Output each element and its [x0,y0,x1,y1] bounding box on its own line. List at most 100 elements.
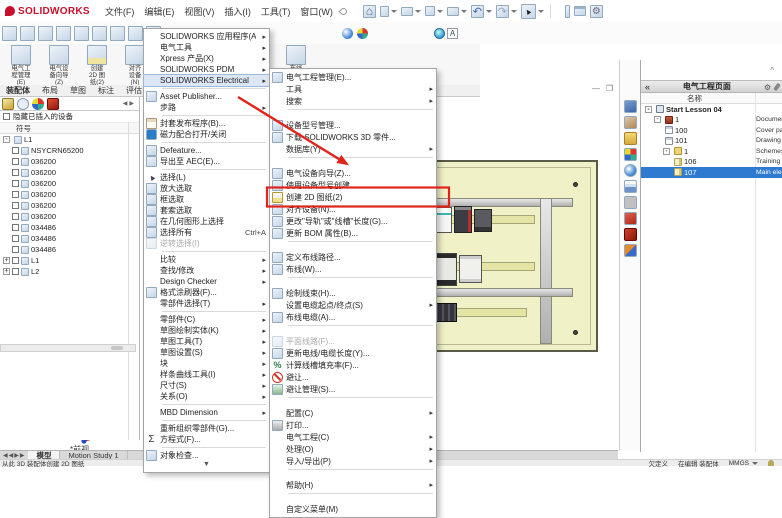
panel-collapse-icon[interactable]: ^ [770,66,774,75]
menu-item[interactable]: 样条曲线工具(I) ▸ [144,369,269,380]
dropdown-caret-icon[interactable] [537,9,544,13]
panel-settings-gear-icon[interactable] [764,82,771,92]
box-icon[interactable] [623,116,637,129]
view-tool-button[interactable] [573,6,586,16]
equipment-tree-row[interactable]: + L2 [0,266,139,277]
dropdown-caret-icon[interactable] [414,9,421,13]
menu-item[interactable]: 零部件选择(T) ▸ [144,298,269,309]
row-checkbox[interactable] [12,235,19,242]
menu-item[interactable]: 定义布线路径... [270,251,436,263]
equipment-tree-row[interactable]: 036200 [0,167,139,178]
red-icon[interactable] [623,212,637,225]
menu-item[interactable]: 逆转选择(I) [144,238,269,249]
menu-item[interactable]: 帮助(H) ▸ [270,479,436,491]
panel-pin-icon[interactable] [773,82,781,91]
row-checkbox[interactable] [12,169,19,176]
aluminum-rail-vertical[interactable] [540,198,552,344]
menu-item[interactable]: 重新组织零部件(G)... [144,423,269,434]
menu-item[interactable]: 套索选取 [144,205,269,216]
menu-item[interactable]: 方程式(F)... [144,434,269,445]
ribbon-tab[interactable]: 标注 [92,85,120,96]
menu-item[interactable]: 尺寸(S) ▸ [144,380,269,391]
row-checkbox[interactable] [12,191,19,198]
menu-item[interactable]: 对齐设备(N)... [270,203,436,215]
menu-item[interactable]: 关系(O) ▸ [144,391,269,402]
electrical-project-icon[interactable] [1,25,17,41]
menu-item[interactable] [270,155,436,167]
property-manager-tab-icon[interactable] [17,97,29,110]
dropdown-caret-icon[interactable] [390,9,397,13]
ribbon-button[interactable]: 电气工 程管理 (E) [2,44,40,86]
menu-item[interactable]: 更新电线/电缆长度(Y)... [270,347,436,359]
settings-gear-icon[interactable] [37,25,53,41]
menu-item[interactable]: 更改"导轨"或"线槽"长度(G)... [270,215,436,227]
menu-item[interactable]: 布线电缆(A)... [270,311,436,323]
menu-item[interactable] [270,107,436,119]
equipment-tree-row[interactable]: 034486 [0,233,139,244]
row-checkbox[interactable] [12,268,19,275]
menu-item[interactable]: MBD Dimension ▸ [144,407,269,418]
menu-item[interactable]: 比较 ▸ [144,254,269,265]
archive-cabinet-icon[interactable] [55,25,71,41]
ribbon-button[interactable]: 电气设 备向导 (Z) [40,44,78,86]
menu-bar-item[interactable]: 文件(F) [100,5,140,18]
menu-item[interactable]: SOLIDWORKS Electrical ▸ [143,74,270,87]
puzzle-icon[interactable] [623,148,637,161]
menu-item[interactable]: 草图设置(S) ▸ [144,347,269,358]
notification-icon[interactable] [768,460,774,466]
wrench-tools-icon[interactable] [127,25,143,41]
pin-menu-icon[interactable] [338,6,349,16]
menu-bar-item[interactable]: 视图(V) [179,5,219,18]
menu-bar-item[interactable]: 插入(I) [219,5,256,18]
menu-item[interactable]: 使用设备型号创建... [270,179,436,191]
home-icon[interactable] [623,100,637,113]
quick-tool-button[interactable] [470,4,492,18]
expander-icon[interactable]: - [645,105,652,113]
ribbon-tab[interactable]: 草图 [64,85,92,96]
row-checkbox[interactable] [12,213,19,220]
equipment-tree-row[interactable]: 036200 [0,211,139,222]
menu-item[interactable]: SOLIDWORKS PDM ▸ [144,64,269,75]
gray-icon[interactable] [623,196,637,209]
menu-item[interactable]: Design Checker ▸ [144,276,269,287]
page-tree-row[interactable]: 100 Cover page fo [641,125,782,136]
menu-item[interactable]: 查找/修改 ▸ [144,265,269,276]
ribbon-tab[interactable]: 装配体 [0,85,36,96]
hide-inserted-checkbox[interactable] [3,113,10,120]
menu-item[interactable]: 数据库(Y) ▸ [270,143,436,155]
menu-item[interactable]: 选择所有 Ctrl+A [144,227,269,238]
menu-item[interactable]: 电气工程(C) ▸ [270,431,436,443]
motor-starter[interactable] [454,206,472,233]
cube-icon[interactable] [623,228,637,241]
process-tools-icon[interactable] [109,25,125,41]
menu-item[interactable] [270,491,436,503]
row-checkbox[interactable] [12,224,19,231]
menu-item[interactable]: 电气工具 ▸ [144,42,269,53]
expander-icon[interactable]: - [3,136,10,143]
quick-tool-button[interactable] [379,5,397,17]
menu-item[interactable]: 在几何图形上选择 [144,216,269,227]
row-checkbox[interactable] [12,257,19,264]
appearance-sphere-icon[interactable] [342,27,353,39]
page-tree-row[interactable]: - 1 Schemes [641,146,782,157]
menu-item[interactable] [270,275,436,287]
quick-tool-button[interactable] [424,6,443,16]
quick-tool-button[interactable] [495,4,517,18]
feature-tree-tab-icon[interactable] [2,97,14,110]
page-tree-row[interactable]: - 1 Document boo [641,115,782,126]
configuration-tab-icon[interactable] [32,97,44,110]
report-flag-icon[interactable] [91,25,107,41]
ball-icon[interactable] [623,164,637,177]
menu-item[interactable]: Xpress 产品(X) ▸ [144,53,269,64]
view-tool-button[interactable] [589,4,603,18]
ribbon-tab[interactable]: 布局 [36,85,64,96]
language-globe-icon[interactable] [434,27,445,39]
menu-item[interactable]: 创建 2D 图纸(2) [270,191,436,203]
display-manager-tab-icon[interactable] [47,97,59,110]
equipment-tree-row[interactable]: 036200 [0,178,139,189]
doc-restore-icon[interactable]: ❐ [606,84,613,93]
menu-bar-item[interactable]: 窗口(W) [295,5,338,18]
equipment-tree-row[interactable]: 036200 [0,156,139,167]
units-value[interactable]: MMGS [729,460,749,467]
menu-item[interactable] [270,239,436,251]
